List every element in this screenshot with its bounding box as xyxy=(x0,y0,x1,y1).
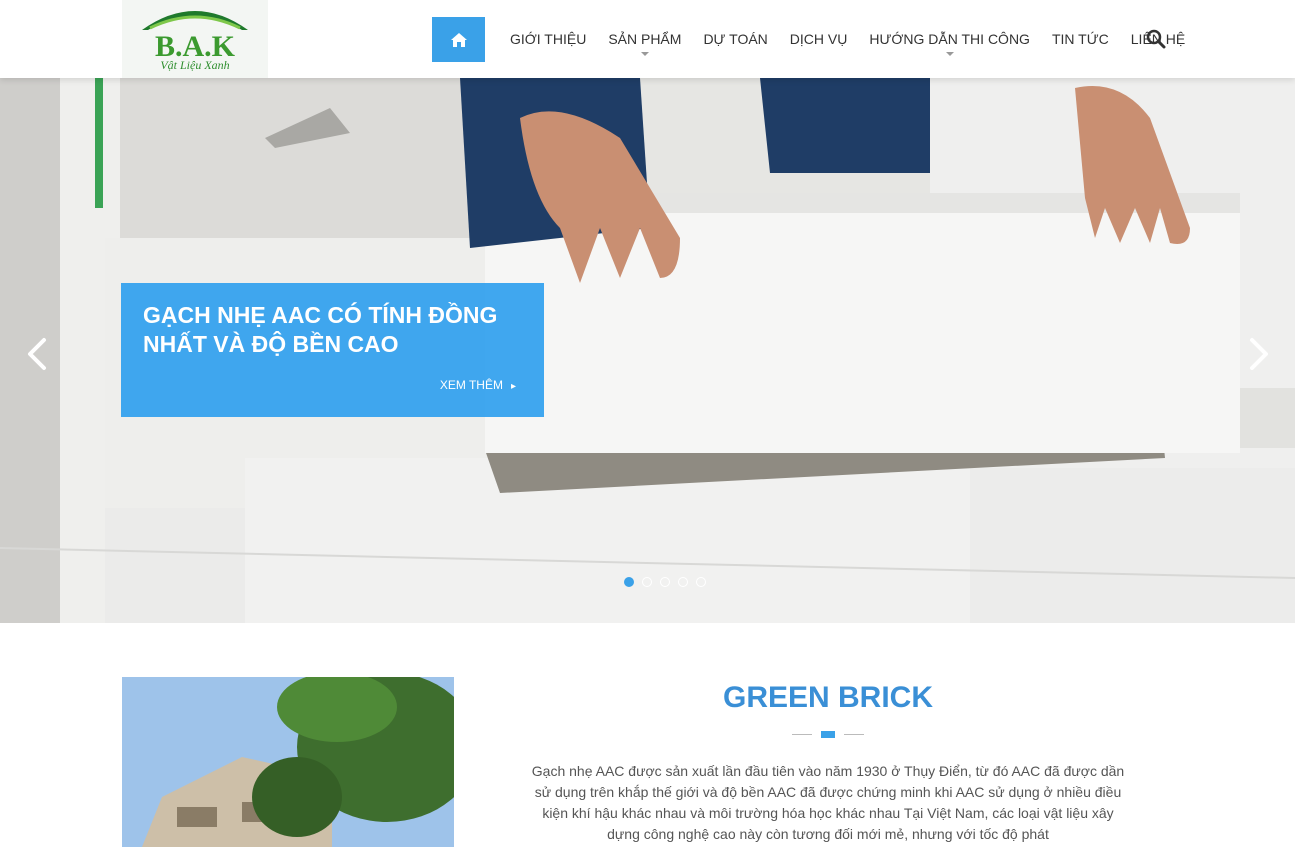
slider-pagination xyxy=(624,577,706,587)
section-title: GREEN BRICK xyxy=(722,681,933,714)
divider-line-left xyxy=(792,734,812,735)
caret-down-icon xyxy=(640,52,649,56)
nav-item-label: GIỚI THIỆU xyxy=(510,31,587,47)
chevron-left-icon xyxy=(28,338,46,370)
logo-subtitle: Vật Liệu Xanh xyxy=(160,58,230,72)
section-divider xyxy=(792,731,864,739)
divider-mark xyxy=(821,731,835,738)
slider-next-button[interactable] xyxy=(1244,334,1274,374)
search-icon xyxy=(1146,29,1166,49)
chevron-right-icon xyxy=(1250,338,1268,370)
slider-dot-3[interactable] xyxy=(660,577,670,587)
nav-item-san-pham[interactable]: SẢN PHẨM xyxy=(597,17,692,62)
intro-paragraph: Gạch nhẹ AAC được sản xuất lần đầu tiên … xyxy=(531,763,1125,842)
divider-line-right xyxy=(844,734,864,735)
nav-item-dich-vu[interactable]: DỊCH VỤ xyxy=(779,17,859,62)
slide-caption: GẠCH NHẸ AAC CÓ TÍNH ĐỒNG NHẤT VÀ ĐỘ BỀN… xyxy=(121,283,544,417)
nav-item-du-toan[interactable]: DỰ TOÁN xyxy=(692,17,778,62)
slider-dot-5[interactable] xyxy=(696,577,706,587)
building-photo-graphic xyxy=(122,677,454,847)
home-icon xyxy=(450,32,467,47)
slider-dot-1[interactable] xyxy=(624,577,634,587)
slide-caption-title: GẠCH NHẸ AAC CÓ TÍNH ĐỒNG NHẤT VÀ ĐỘ BỀN… xyxy=(143,302,498,357)
nav-item-label: TIN TỨC xyxy=(1051,31,1109,47)
nav-item-gioi-thieu[interactable]: GIỚI THIỆU xyxy=(499,17,597,62)
nav-item-label: DỰ TOÁN xyxy=(703,31,768,47)
logo[interactable]: B.A.K Vật Liệu Xanh xyxy=(122,0,268,78)
main-nav: GIỚI THIỆU SẢN PHẨM DỰ TOÁN DỊCH VỤ HƯỚN… xyxy=(432,17,1196,62)
read-more-link[interactable]: XEM THÊM xyxy=(440,378,516,392)
hero-slider: GẠCH NHẸ AAC CÓ TÍNH ĐỒNG NHẤT VÀ ĐỘ BỀN… xyxy=(0,78,1295,623)
caret-down-icon xyxy=(945,52,954,56)
site-header: B.A.K Vật Liệu Xanh GIỚI THIỆU SẢN PHẨM … xyxy=(0,0,1295,78)
nav-item-label: SẢN PHẨM xyxy=(608,31,682,47)
slider-prev-button[interactable] xyxy=(22,334,52,374)
nav-item-tin-tuc[interactable]: TIN TỨC xyxy=(1041,17,1120,62)
nav-home-button[interactable] xyxy=(432,17,485,62)
slider-dot-4[interactable] xyxy=(678,577,688,587)
nav-item-label: HƯỚNG DẪN THI CÔNG xyxy=(869,31,1030,47)
search-button[interactable] xyxy=(1146,29,1166,49)
slider-dot-2[interactable] xyxy=(642,577,652,587)
nav-item-huong-dan-thi-cong[interactable]: HƯỚNG DẪN THI CÔNG xyxy=(858,17,1041,62)
building-photo xyxy=(122,677,454,847)
nav-item-label: DỊCH VỤ xyxy=(789,31,848,47)
